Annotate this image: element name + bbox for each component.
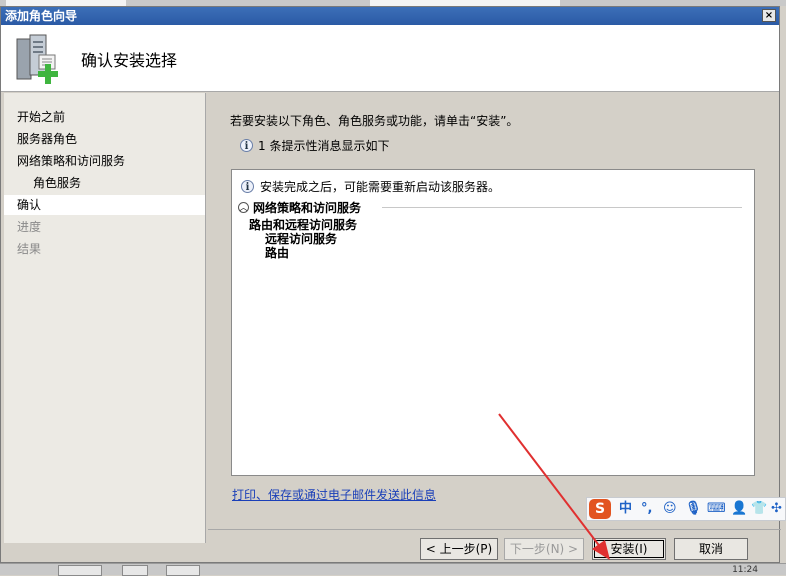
print-save-email-link[interactable]: 打印、保存或通过电子邮件发送此信息 — [232, 486, 436, 503]
ime-toolbar: S 中 °, ☺ 🎙 ⌨ 👤 👕 ✣ — [586, 497, 786, 521]
ime-mode-toggle[interactable]: 中 — [619, 500, 632, 518]
window-title: 添加角色向导 — [5, 9, 78, 23]
main-content: 若要安装以下角色、角色服务或功能，请单击“安装”。 i 1 条提示性消息显示如下… — [208, 93, 781, 529]
wizard-steps-sidebar: 开始之前 服务器角色 网络策略和访问服务 角色服务 确认 进度 结果 — [4, 93, 206, 543]
taskbar-item[interactable] — [166, 565, 200, 576]
taskbar: 11:24 — [0, 563, 786, 576]
add-roles-wizard-window: 添加角色向导 × 确认安装选择 开始之前 服务器角色 网络策略和访问服务 角色服… — [0, 6, 781, 563]
next-button: 下一步(N) > — [504, 538, 584, 560]
info-message: i 1 条提示性消息显示如下 — [240, 137, 389, 154]
keyboard-icon[interactable]: ⌨ — [707, 500, 726, 518]
emoji-icon[interactable]: ☺ — [663, 500, 677, 518]
collapse-icon[interactable]: ︿ — [238, 202, 249, 213]
section-title: 网络策略和访问服务 — [253, 201, 362, 215]
sidebar-item-before-you-begin[interactable]: 开始之前 — [4, 107, 205, 127]
section-divider — [382, 207, 742, 208]
page-title: 确认安装选择 — [81, 51, 178, 70]
footer-divider — [208, 529, 781, 530]
confirmation-list[interactable]: i 安装完成之后，可能需要重新启动该服务器。 ︿ 网络策略和访问服务 路由和远程… — [231, 169, 755, 476]
info-icon: i — [241, 180, 254, 193]
close-button[interactable]: × — [762, 9, 776, 22]
microphone-icon[interactable]: 🎙 — [685, 500, 702, 518]
taskbar-item[interactable] — [58, 565, 102, 576]
info-message-text: 1 条提示性消息显示如下 — [258, 139, 390, 153]
previous-button[interactable]: < 上一步(P) — [420, 538, 498, 560]
info-icon: i — [240, 139, 253, 152]
punctuation-icon[interactable]: °, — [641, 500, 652, 518]
skin-icon[interactable]: 👕 — [751, 500, 767, 518]
list-item: 路由和远程访问服务 — [249, 218, 358, 232]
sidebar-item-server-roles[interactable]: 服务器角色 — [4, 129, 205, 149]
sidebar-item-network-policy[interactable]: 网络策略和访问服务 — [4, 151, 205, 171]
sidebar-item-confirmation[interactable]: 确认 — [4, 195, 205, 215]
restart-note: i 安装完成之后，可能需要重新启动该服务器。 — [241, 178, 500, 195]
wizard-header: 确认安装选择 — [1, 25, 779, 92]
toolbox-icon[interactable]: ✣ — [771, 500, 782, 518]
taskbar-item[interactable] — [122, 565, 148, 576]
taskbar-clock: 11:24 — [732, 565, 758, 575]
sidebar-item-role-services[interactable]: 角色服务 — [4, 173, 205, 193]
cancel-button[interactable]: 取消 — [674, 538, 748, 560]
sidebar-item-progress: 进度 — [17, 220, 42, 234]
sidebar-item-results: 结果 — [17, 242, 42, 256]
user-icon[interactable]: 👤 — [731, 500, 747, 518]
title-bar: 添加角色向导 × — [1, 7, 779, 25]
list-item: 远程访问服务 — [265, 232, 338, 246]
install-button[interactable]: 安装(I) — [592, 538, 666, 560]
sogou-logo-icon[interactable]: S — [589, 499, 611, 519]
list-item: 路由 — [265, 246, 290, 260]
restart-note-text: 安装完成之后，可能需要重新启动该服务器。 — [260, 180, 501, 194]
server-add-icon — [16, 34, 58, 84]
instruction-text: 若要安装以下角色、角色服务或功能，请单击“安装”。 — [230, 114, 519, 128]
